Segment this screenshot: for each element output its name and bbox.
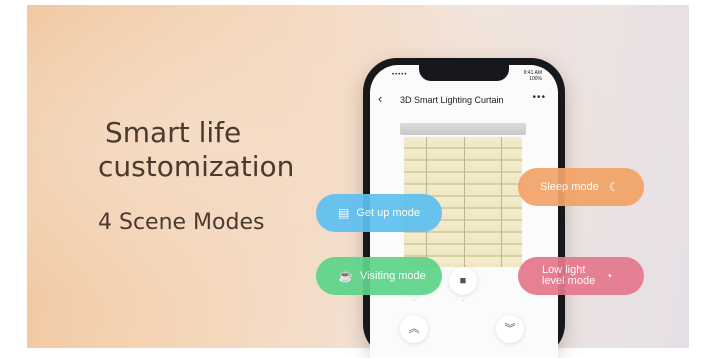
curtain-rail [400,123,526,135]
curtain-cord [464,137,465,267]
low-light-level-mode-label: Low light level mode [542,265,595,287]
low-light-level-mode-button[interactable]: Low light level mode ◔ [518,257,644,295]
stop-button[interactable]: ■ [449,267,477,295]
curtain-cord [501,137,502,267]
battery-level: 100% [529,76,542,82]
sleep-mode-label: Sleep mode [540,181,599,193]
subheadline: 4 Scene Modes [98,210,265,235]
ellipsis-icon[interactable]: ••• [532,92,546,103]
phone-notch [419,65,509,81]
headline: Smart life customization [98,116,294,184]
visiting-mode-button[interactable]: ☕ Visiting mode [316,257,442,295]
lower-button[interactable]: ︾ [496,315,524,343]
low-light-label-line-2: level mode [542,275,596,287]
signal-indicator: ••••• [392,72,408,78]
chevron-left-icon[interactable]: ‹ [378,91,382,106]
sleep-mode-button[interactable]: Sleep mode ☾ [518,168,644,206]
open-button-caption: ·· [412,298,416,304]
get-up-mode-label: Get up mode [356,207,420,219]
moon-icon: ☾ [608,180,620,194]
headline-line-1: Smart life [105,116,242,149]
get-up-mode-button[interactable]: ▤ Get up mode [316,194,442,232]
headline-line-2: customization [98,150,295,183]
raise-button[interactable]: ︽ [400,315,428,343]
screen-title: 3D Smart Lighting Curtain [400,95,504,105]
calendar-icon: ▤ [338,206,350,220]
cup-icon: ☕ [338,269,353,283]
status-bar-right: 9:41 AM 100% [524,70,542,82]
visiting-mode-label: Visiting mode [359,270,426,282]
stop-button-caption: ·· [461,298,465,304]
dim-icon: ◔ [605,269,613,283]
